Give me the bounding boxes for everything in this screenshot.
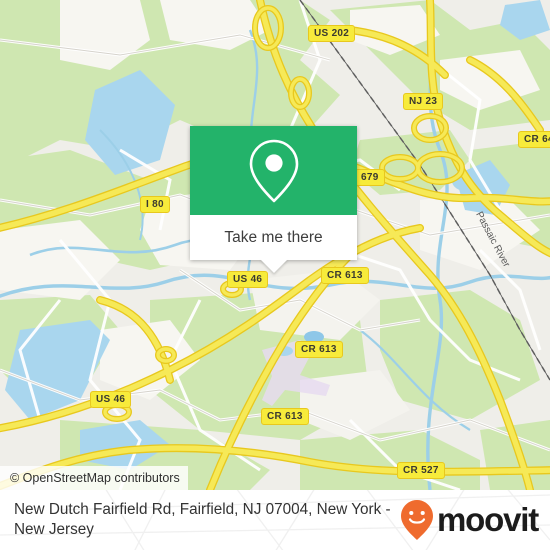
osm-attribution-text: © OpenStreetMap contributors — [10, 471, 180, 485]
road-shield-679: 679 — [355, 169, 385, 186]
road-shield-us-46-center: US 46 — [227, 271, 269, 288]
take-me-there-label: Take me there — [224, 228, 323, 246]
road-shield-i-80: I 80 — [140, 196, 170, 213]
take-me-there-button[interactable]: Take me there — [190, 215, 357, 260]
map-pin-icon — [249, 139, 298, 202]
callout-icon-area — [190, 126, 357, 215]
road-shield-cr-64: CR 64 — [518, 131, 550, 148]
road-shield-nj-23: NJ 23 — [403, 93, 444, 110]
road-shield-cr-613-middle: CR 613 — [295, 341, 343, 358]
moovit-wordmark: moovit — [437, 501, 539, 538]
road-shield-cr-613-lower: CR 613 — [261, 408, 309, 425]
osm-attribution-bar[interactable]: © OpenStreetMap contributors — [0, 466, 188, 490]
road-shield-cr-613-upper: CR 613 — [321, 267, 369, 284]
road-shield-us-202: US 202 — [308, 25, 356, 42]
location-address-text: New Dutch Fairfield Rd, Fairfield, NJ 07… — [14, 501, 391, 538]
road-shield-us-46-left: US 46 — [90, 391, 132, 408]
moovit-smiley-pin-icon — [401, 500, 434, 540]
moovit-map-screenshot: Passaic River US 202 NJ 23 CR 64 I 80 67… — [0, 0, 550, 550]
map-canvas[interactable]: Passaic River US 202 NJ 23 CR 64 I 80 67… — [0, 0, 550, 490]
road-shield-cr-527: CR 527 — [397, 462, 445, 479]
moovit-logo[interactable]: moovit — [399, 499, 544, 541]
location-callout-popup[interactable]: Take me there — [190, 126, 357, 273]
footer-bar: New Dutch Fairfield Rd, Fairfield, NJ 07… — [0, 490, 550, 550]
callout-pointer-arrow — [259, 259, 288, 273]
